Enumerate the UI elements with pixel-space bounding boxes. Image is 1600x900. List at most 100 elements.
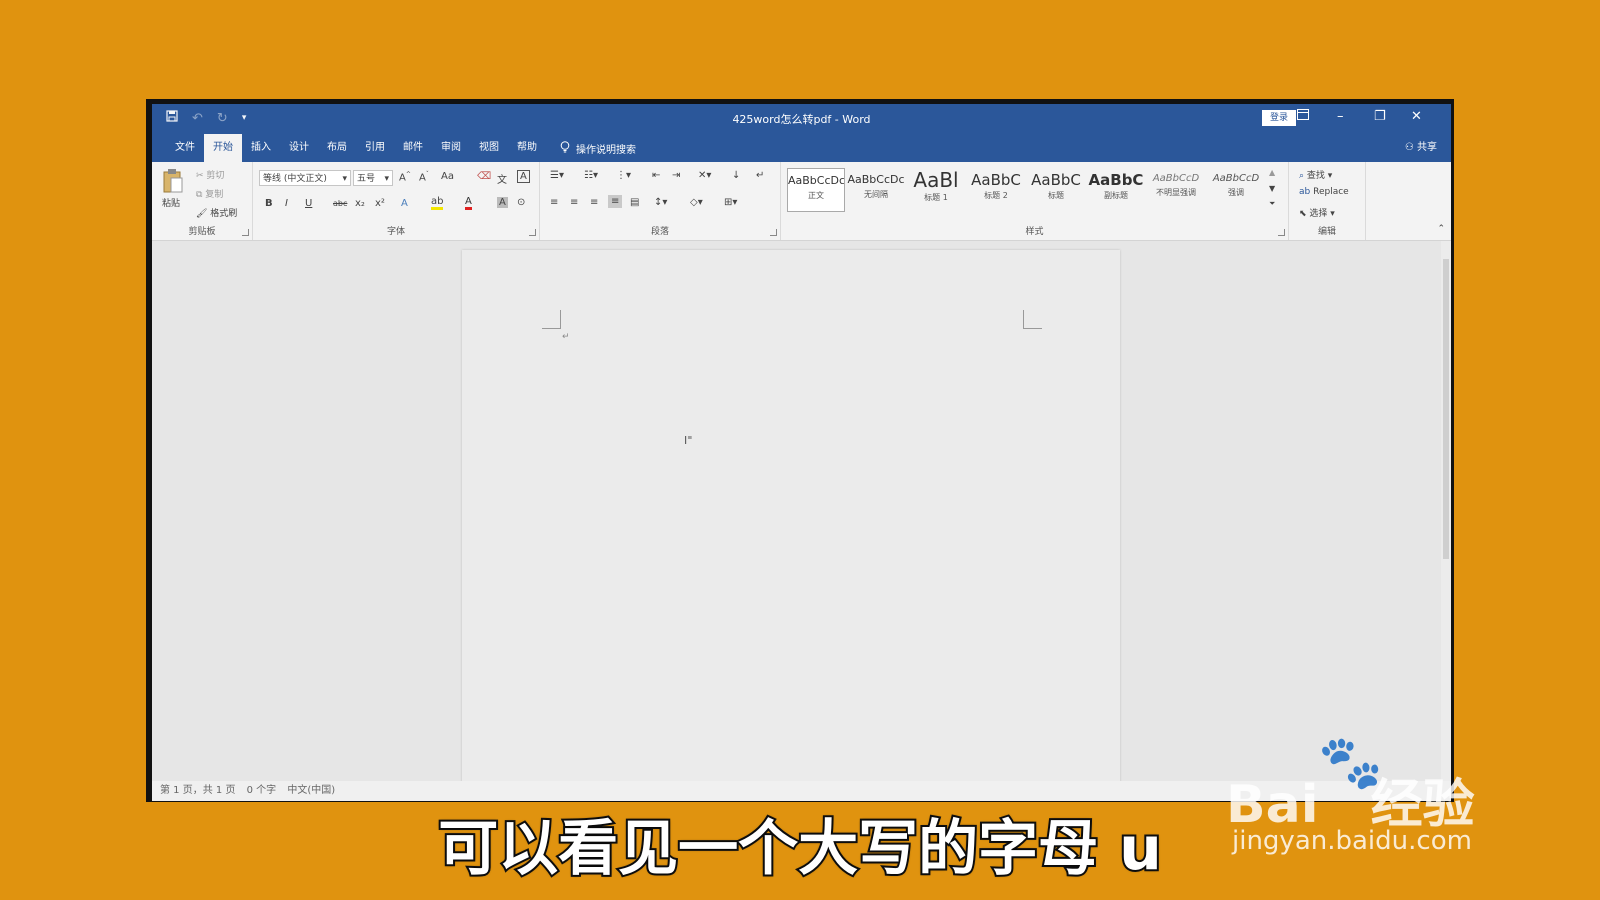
collapse-ribbon-icon[interactable]: ⌃ [1437, 224, 1445, 234]
style-no-spacing[interactable]: AaBbCcDc 无间隔 [847, 168, 905, 212]
minimize-icon[interactable]: – [1337, 109, 1344, 124]
style-heading-1[interactable]: AaBl 标题 1 [907, 168, 965, 212]
scrollbar-thumb[interactable] [1443, 259, 1449, 559]
find-button[interactable]: ⌕ 查找 ▾ [1299, 168, 1332, 181]
tab-review[interactable]: 审阅 [432, 134, 470, 162]
format-painter-button[interactable]: 🖌 格式刷 [196, 206, 237, 219]
styles-scroll-down-icon[interactable]: ▼ [1269, 184, 1275, 193]
paste-icon[interactable] [162, 168, 184, 197]
clipboard-dialog-launcher[interactable] [242, 229, 249, 236]
bold-button[interactable]: B [265, 198, 273, 209]
multilevel-list-icon[interactable]: ⋮▾ [616, 170, 631, 181]
share-button[interactable]: ⚇ 共享 [1405, 134, 1437, 162]
cut-button[interactable]: ✂ 剪切 [196, 168, 224, 181]
copy-button[interactable]: ⧉ 复制 [196, 187, 223, 200]
clear-formatting-icon[interactable]: ⌫ [477, 171, 491, 182]
numbering-icon[interactable]: ☷▾ [584, 170, 598, 181]
styles-more-icon[interactable]: ⏷ [1269, 199, 1275, 209]
person-icon: ⚇ [1404, 142, 1414, 153]
text-effects-icon[interactable]: A [401, 198, 408, 209]
highlight-color-icon[interactable]: ab [431, 196, 444, 210]
i-beam-cursor-icon: I≡ [684, 434, 693, 447]
strikethrough-button[interactable]: abc [333, 199, 347, 208]
page-count[interactable]: 第 1 页，共 1 页 [160, 785, 235, 796]
paw-logo-icon: 🐾 [1318, 733, 1383, 793]
underline-button[interactable]: U [305, 198, 312, 209]
shrink-font-icon[interactable]: Aˇ [419, 171, 429, 183]
enclose-characters-icon[interactable]: ⊙ [517, 197, 525, 208]
style-subtle-emphasis[interactable]: AaBbCcD 不明显强调 [1147, 168, 1205, 212]
font-color-icon[interactable]: A [465, 196, 472, 210]
tab-insert[interactable]: 插入 [242, 134, 280, 162]
character-border-icon[interactable]: A [517, 170, 530, 183]
styles-dialog-launcher[interactable] [1278, 229, 1285, 236]
font-size-combo[interactable]: 五号 ▾ [353, 170, 393, 186]
align-left-icon[interactable]: ≡ [550, 197, 558, 208]
language-indicator[interactable]: 中文(中国) [287, 785, 335, 796]
margin-corner-top-right [1023, 310, 1042, 329]
phonetic-guide-icon[interactable]: 文 [497, 171, 507, 186]
document-page[interactable]: ↵ I≡ [462, 250, 1120, 790]
search-icon: ⌕ [1299, 171, 1307, 181]
font-name-combo[interactable]: 等线 (中文正文) ▾ [259, 170, 351, 186]
line-spacing-icon[interactable]: ↕▾ [654, 197, 667, 208]
italic-button[interactable]: I [285, 198, 288, 209]
paste-label[interactable]: 粘贴 [162, 196, 180, 209]
increase-indent-icon[interactable]: ⇥ [672, 170, 680, 181]
asian-layout-icon[interactable]: ✕▾ [698, 170, 711, 181]
ribbon-tabs: 文件 开始 插入 设计 布局 引用 邮件 审阅 视图 帮助 操作说明搜索 ⚇ 共… [152, 134, 1451, 162]
grow-font-icon[interactable]: A^ [399, 171, 411, 183]
character-shading-icon[interactable]: A [497, 197, 508, 208]
subscript-button[interactable]: x₂ [355, 198, 365, 209]
baidu-watermark: Bai 经验 🐾 jingyan.baidu.com [1226, 733, 1516, 860]
superscript-button[interactable]: x² [375, 198, 385, 209]
pointer-icon: ⬉ [1299, 209, 1310, 219]
align-center-icon[interactable]: ≡ [570, 197, 578, 208]
tab-home[interactable]: 开始 [204, 134, 242, 162]
tab-help[interactable]: 帮助 [508, 134, 546, 162]
distributed-icon[interactable]: ▤ [630, 197, 639, 208]
paragraph-group: ☰▾ ☷▾ ⋮▾ ⇤ ⇥ ✕▾ ↓ ↵ ≡ ≡ ≡ ≡ ▤ ↕▾ ◇▾ ⊞▾ 段… [540, 162, 781, 240]
login-button[interactable]: 登录 [1262, 110, 1296, 126]
word-count[interactable]: 0 个字 [247, 785, 277, 796]
change-case-button[interactable]: Aa [441, 171, 454, 182]
tab-file[interactable]: 文件 [166, 134, 204, 162]
align-right-icon[interactable]: ≡ [590, 197, 598, 208]
paragraph-dialog-launcher[interactable] [770, 229, 777, 236]
tab-view[interactable]: 视图 [470, 134, 508, 162]
scissors-icon: ✂ [196, 171, 207, 181]
style-normal[interactable]: AaBbCcDc 正文 [787, 168, 845, 212]
tell-me-search[interactable]: 操作说明搜索 [560, 140, 636, 156]
show-marks-icon[interactable]: ↵ [756, 170, 764, 181]
tab-layout[interactable]: 布局 [318, 134, 356, 162]
replace-icon: ab [1299, 187, 1314, 197]
style-title[interactable]: AaBbC 标题 [1027, 168, 1085, 212]
close-icon[interactable]: ✕ [1411, 109, 1422, 124]
font-group-label: 字体 [386, 227, 405, 237]
shading-icon[interactable]: ◇▾ [690, 197, 703, 208]
tab-design[interactable]: 设计 [280, 134, 318, 162]
style-emphasis[interactable]: AaBbCcD 强调 [1207, 168, 1265, 212]
watermark-domain: jingyan.baidu.com [1232, 826, 1472, 856]
replace-button[interactable]: ab Replace [1299, 187, 1349, 197]
style-subtitle[interactable]: AaBbC 副标题 [1087, 168, 1145, 212]
styles-scroll-up-icon[interactable]: ▲ [1269, 168, 1275, 177]
tab-references[interactable]: 引用 [356, 134, 394, 162]
font-group: 等线 (中文正文) ▾ 五号 ▾ A^ Aˇ Aa ⌫ 文 A B I U abc … [253, 162, 540, 240]
select-button[interactable]: ⬉ 选择 ▾ [1299, 206, 1335, 219]
decrease-indent-icon[interactable]: ⇤ [652, 170, 660, 181]
font-dialog-launcher[interactable] [529, 229, 536, 236]
tab-mailings[interactable]: 邮件 [394, 134, 432, 162]
bullets-icon[interactable]: ☰▾ [550, 170, 564, 181]
styles-group-label: 样式 [1025, 227, 1044, 237]
brush-icon: 🖌 [196, 209, 211, 219]
style-heading-2[interactable]: AaBbC 标题 2 [967, 168, 1025, 212]
vertical-scrollbar[interactable] [1441, 241, 1451, 781]
margin-corner-top-left [542, 310, 561, 329]
restore-icon[interactable]: ❐ [1374, 109, 1386, 124]
sort-icon[interactable]: ↓ [732, 170, 740, 181]
editing-group: ⌕ 查找 ▾ ab Replace ⬉ 选择 ▾ 编辑 [1289, 162, 1366, 240]
borders-icon[interactable]: ⊞▾ [724, 197, 737, 208]
justify-icon[interactable]: ≡ [608, 195, 623, 208]
ribbon-display-options-icon[interactable] [1297, 109, 1309, 124]
